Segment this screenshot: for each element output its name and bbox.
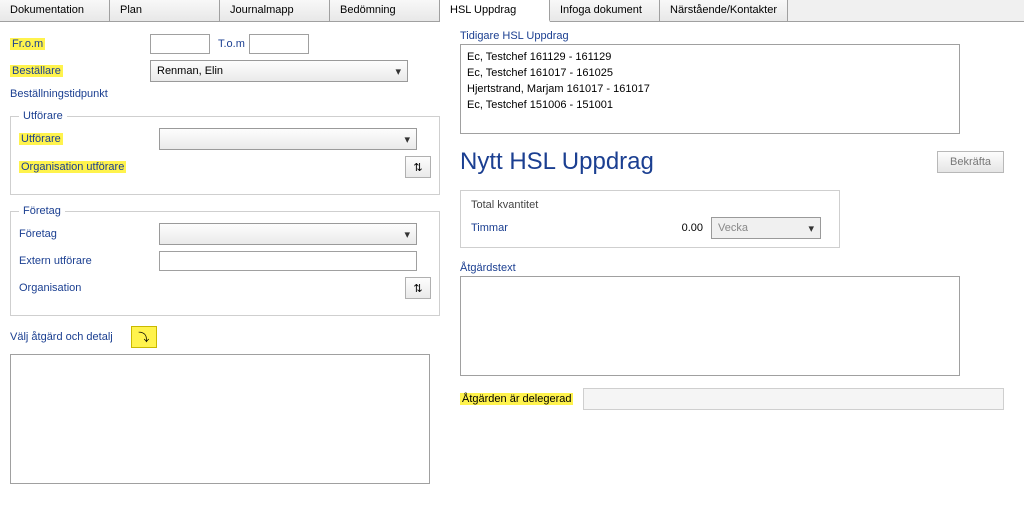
list-item[interactable]: Ec, Testchef 161129 - 161129 [467, 49, 953, 65]
timmar-label: Timmar [471, 222, 561, 234]
organisation-selector-button[interactable]: ⇅ [405, 277, 431, 299]
foretag-legend: Företag [19, 205, 65, 217]
utforare-legend: Utförare [19, 110, 67, 122]
tidigare-label: Tidigare HSL Uppdrag [460, 30, 1004, 42]
utforare-fieldset: Utförare Utförare ▾ Organisation utförar… [10, 110, 440, 195]
tab-journalmapp[interactable]: Journalmapp [220, 0, 330, 21]
tab-bar: Dokumentation Plan Journalmapp Bedömning… [0, 0, 1024, 22]
delegerad-field [583, 388, 1004, 410]
org-tree-icon: ⇅ [413, 161, 422, 174]
from-input[interactable] [150, 34, 210, 54]
left-panel: Fr.o.m T.o.m Beställare Renman, Elin ▾ B… [0, 22, 450, 496]
atgardstext-textarea[interactable] [460, 276, 960, 376]
page-title: Nytt HSL Uppdrag [460, 148, 654, 176]
bestallare-value: Renman, Elin [157, 65, 223, 77]
atgardstext-label: Åtgärdstext [460, 262, 1004, 274]
valj-atgard-label: Välj åtgärd och detalj [10, 331, 113, 343]
chevron-down-icon: ▾ [808, 222, 814, 235]
list-item[interactable]: Hjertstrand, Marjam 161017 - 161017 [467, 81, 953, 97]
tidigare-listbox[interactable]: Ec, Testchef 161129 - 161129 Ec, Testche… [460, 44, 960, 134]
utforare-label: Utförare [19, 133, 159, 145]
extern-utforare-label: Extern utförare [19, 255, 159, 267]
bestallare-combo[interactable]: Renman, Elin ▾ [150, 60, 408, 82]
list-item[interactable]: Ec, Testchef 151006 - 151001 [467, 97, 953, 113]
to-label: T.o.m [218, 38, 245, 50]
foretag-fieldset: Företag Företag ▾ Extern utförare Organi… [10, 205, 440, 316]
delegerad-label: Åtgärden är delegerad [460, 393, 573, 405]
total-kvantitet-label: Total kvantitet [471, 199, 829, 211]
foretag-combo[interactable]: ▾ [159, 223, 417, 245]
timmar-value: 0.00 [561, 222, 711, 234]
right-panel: Tidigare HSL Uppdrag Ec, Testchef 161129… [450, 22, 1024, 496]
chevron-down-icon: ▾ [404, 228, 410, 241]
to-input[interactable] [249, 34, 309, 54]
tab-infoga-dokument[interactable]: Infoga dokument [550, 0, 660, 21]
from-label: Fr.o.m [10, 38, 150, 50]
tab-narstaende-kontakter[interactable]: Närstående/Kontakter [660, 0, 788, 21]
tab-bedomning[interactable]: Bedömning [330, 0, 440, 21]
extern-utforare-input[interactable] [159, 251, 417, 271]
action-select-icon: ⤵ [138, 329, 149, 345]
bestallare-label: Beställare [10, 65, 150, 77]
tab-hsl-uppdrag[interactable]: HSL Uppdrag [440, 0, 550, 22]
bestallningstidpunkt-label: Beställningstidpunkt [10, 88, 150, 100]
org-utforare-selector-button[interactable]: ⇅ [405, 156, 431, 178]
org-utforare-label: Organisation utförare [19, 161, 159, 173]
tab-plan[interactable]: Plan [110, 0, 220, 21]
valj-atgard-button[interactable]: ⤵ [131, 326, 157, 348]
bekrafta-button[interactable]: Bekräfta [937, 151, 1004, 173]
list-item[interactable]: Ec, Testchef 161017 - 161025 [467, 65, 953, 81]
organisation-label: Organisation [19, 282, 159, 294]
utforare-combo[interactable]: ▾ [159, 128, 417, 150]
org-tree-icon: ⇅ [413, 282, 422, 295]
chevron-down-icon: ▾ [395, 65, 401, 78]
tab-dokumentation[interactable]: Dokumentation [0, 0, 110, 21]
total-kvantitet-box: Total kvantitet Timmar 0.00 Vecka ▾ [460, 190, 840, 248]
chevron-down-icon: ▾ [404, 133, 410, 146]
period-combo[interactable]: Vecka ▾ [711, 217, 821, 239]
atgard-listbox[interactable] [10, 354, 430, 484]
foretag-label: Företag [19, 228, 159, 240]
period-value: Vecka [718, 222, 748, 234]
